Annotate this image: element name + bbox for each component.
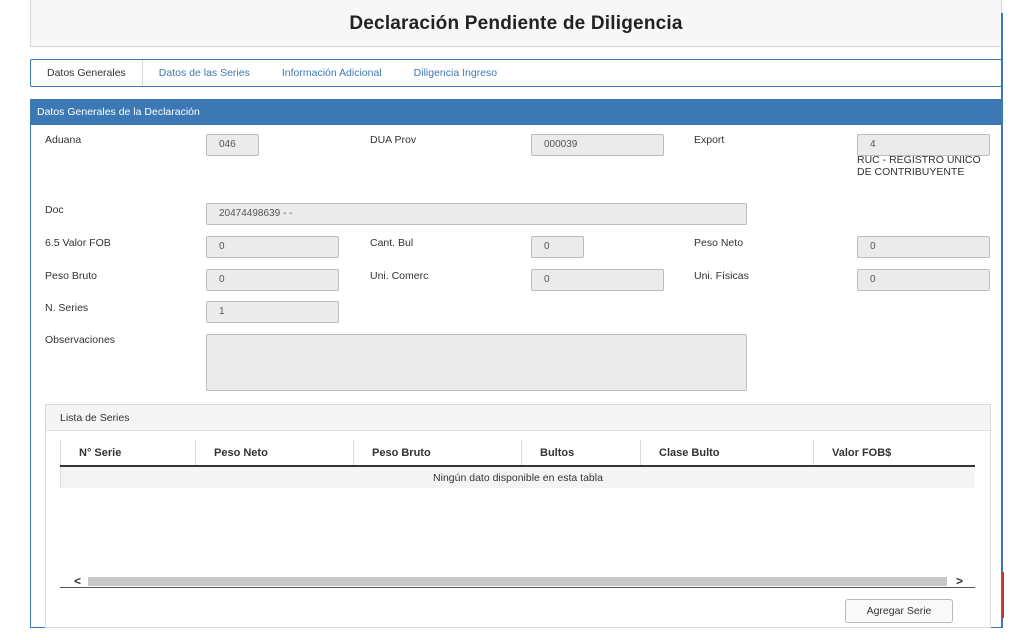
- tab-datos-generales[interactable]: Datos Generales: [31, 60, 143, 86]
- peso-neto-field[interactable]: 0: [857, 236, 990, 258]
- column-header-n-serie[interactable]: N° Serie: [60, 440, 196, 467]
- n-series-field[interactable]: 1: [206, 301, 339, 323]
- tab-diligencia-ingreso[interactable]: Diligencia Ingreso: [398, 60, 513, 86]
- panel-title: Datos Generales de la Declaración: [31, 99, 1001, 125]
- peso-bruto-label: Peso Bruto: [45, 270, 97, 282]
- column-header-clase-bulto[interactable]: Clase Bulto: [640, 440, 814, 467]
- series-table: N° Serie Peso Neto Peso Bruto Bultos Cla…: [60, 440, 975, 488]
- uni-fisicas-field[interactable]: 0: [857, 269, 990, 291]
- doc-field[interactable]: 20474498639 - -: [206, 203, 747, 225]
- dua-prov-label: DUA Prov: [370, 134, 417, 146]
- dua-prov-field[interactable]: 000039: [531, 134, 664, 156]
- series-list-box: Lista de Series: [45, 404, 991, 628]
- right-red-marker: [1002, 572, 1004, 618]
- scroll-left-icon[interactable]: <: [74, 574, 81, 588]
- cant-bul-label: Cant. Bul: [370, 237, 414, 249]
- horizontal-scrollbar[interactable]: < >: [60, 574, 975, 588]
- column-header-peso-neto[interactable]: Peso Neto: [195, 440, 354, 467]
- observaciones-label: Observaciones: [45, 334, 116, 346]
- tab-informacion-adicional[interactable]: Información Adicional: [266, 60, 398, 86]
- cant-bul-field[interactable]: 0: [531, 236, 584, 258]
- empty-table-message: Ningún dato disponible en esta tabla: [60, 466, 975, 488]
- n-series-label: N. Series: [45, 302, 89, 314]
- uni-comerc-field[interactable]: 0: [531, 269, 664, 291]
- export-field[interactable]: 4: [857, 134, 990, 156]
- peso-bruto-field[interactable]: 0: [206, 269, 339, 291]
- page-title: Declaración Pendiente de Diligencia: [349, 13, 683, 34]
- valor-fob-label: 6.5 Valor FOB: [45, 237, 111, 249]
- add-series-button[interactable]: Agregar Serie: [845, 599, 953, 623]
- doc-label: Doc: [45, 204, 64, 216]
- column-header-bultos[interactable]: Bultos: [521, 440, 641, 467]
- tab-datos-series[interactable]: Datos de las Series: [143, 60, 266, 86]
- scroll-right-icon[interactable]: >: [956, 574, 963, 588]
- observaciones-textarea[interactable]: [206, 334, 747, 391]
- uni-comerc-label: Uni. Comerc: [370, 270, 429, 282]
- series-list-title: Lista de Series: [46, 405, 990, 431]
- export-label: Export: [694, 134, 725, 146]
- tab-bar: Datos Generales Datos de las Series Info…: [30, 59, 1002, 87]
- uni-fisicas-label: Uni. Físicas: [694, 270, 749, 282]
- column-header-valor-fob[interactable]: Valor FOB$: [813, 440, 975, 467]
- aduana-field[interactable]: 046: [206, 134, 259, 156]
- export-description: RUC - REGISTRO UNICO DE CONTRIBUYENTE: [857, 154, 981, 178]
- valor-fob-field[interactable]: 0: [206, 236, 339, 258]
- column-header-peso-bruto[interactable]: Peso Bruto: [353, 440, 522, 467]
- header-box: Declaración Pendiente de Diligencia: [30, 0, 1002, 47]
- scrollbar-thumb[interactable]: [88, 577, 947, 586]
- aduana-label: Aduana: [45, 134, 82, 146]
- peso-neto-label: Peso Neto: [694, 237, 744, 249]
